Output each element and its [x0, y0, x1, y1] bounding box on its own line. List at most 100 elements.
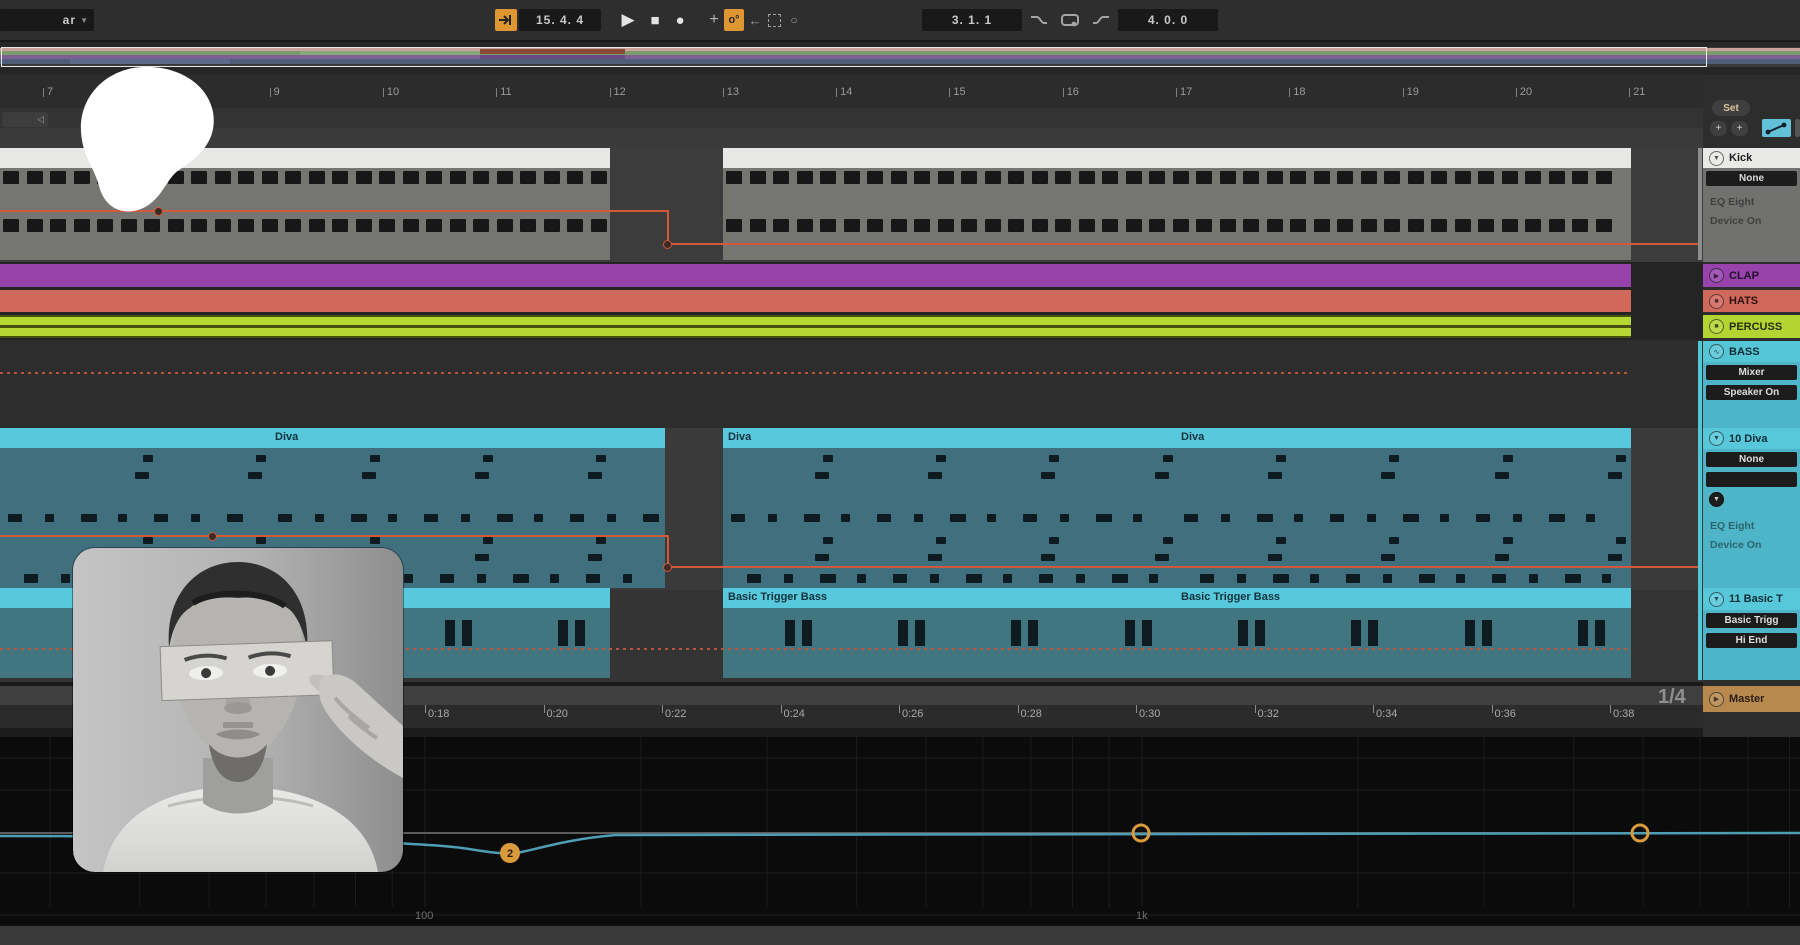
loop-length-display[interactable]: 4. 0. 0: [1118, 9, 1218, 31]
arrangement-overview[interactable]: [0, 47, 1800, 67]
automation-arm-button[interactable]: o°: [724, 9, 744, 31]
device-chooser-field[interactable]: Hi End: [1706, 633, 1797, 648]
stop-button[interactable]: ■: [643, 9, 667, 31]
kick-note: [332, 171, 348, 184]
bar-ruler-number[interactable]: 12: [614, 86, 626, 98]
clap-clip[interactable]: [0, 264, 1631, 287]
nudge-left-button[interactable]: +: [1710, 121, 1727, 136]
time-ruler-label[interactable]: 0:20: [547, 708, 568, 720]
chevron-down-icon[interactable]: ▼: [1709, 592, 1724, 607]
kick-clip-header[interactable]: [723, 148, 1631, 168]
track-header-11-basic-t[interactable]: ▼11 Basic T: [1703, 588, 1800, 610]
bass-clip-header[interactable]: Basic Trigger Bass: [1176, 588, 1631, 608]
marquee-mode-button[interactable]: [766, 9, 782, 31]
bar-ruler-number[interactable]: 11: [500, 86, 511, 98]
diva-automation-line[interactable]: [0, 535, 667, 537]
kick-automation-line-node[interactable]: [663, 240, 672, 249]
diva-clip-header[interactable]: Diva: [1176, 428, 1631, 448]
wave-icon[interactable]: ∿: [1709, 344, 1724, 359]
bass-clip-body[interactable]: [1176, 608, 1631, 678]
chevron-down-icon[interactable]: ▼: [1709, 151, 1724, 166]
scroll-left-chip[interactable]: ◁: [2, 112, 48, 127]
diva-clip-header[interactable]: Diva: [270, 428, 665, 448]
re-enable-automation-button[interactable]: ←: [747, 9, 763, 31]
record-button[interactable]: ●: [668, 9, 692, 31]
overview-viewport[interactable]: [1, 47, 1707, 67]
device-chooser-field[interactable]: None: [1706, 452, 1797, 467]
play-icon[interactable]: ▶: [1709, 692, 1724, 707]
quantize-menu[interactable]: ar ▼: [0, 9, 94, 31]
clip-label: Diva: [1181, 431, 1204, 443]
bar-ruler-number[interactable]: 17: [1180, 86, 1192, 98]
time-ruler-label[interactable]: 0:28: [1021, 708, 1042, 720]
kick-automation-line[interactable]: [667, 243, 1700, 245]
bar-ruler-number[interactable]: 9: [274, 86, 280, 98]
play-button[interactable]: ▶: [616, 9, 640, 31]
fold-circle-icon[interactable]: ▼: [1709, 492, 1724, 507]
bass-clip-body[interactable]: [723, 608, 1176, 678]
bar-ruler-number[interactable]: 19: [1407, 86, 1419, 98]
track-header-clap[interactable]: ▶CLAP: [1703, 264, 1800, 287]
track-header-percuss[interactable]: ■PERCUSS: [1703, 315, 1800, 338]
set-button[interactable]: Set: [1712, 100, 1750, 116]
bar-ruler-number[interactable]: 10: [387, 86, 399, 98]
time-ruler-label[interactable]: 0:18: [428, 708, 449, 720]
diva-clip-header[interactable]: [0, 428, 270, 448]
time-ruler-label[interactable]: 0:24: [784, 708, 805, 720]
bar-ruler-number[interactable]: 7: [47, 86, 53, 98]
bar-ruler-number[interactable]: 13: [727, 86, 739, 98]
loop-button[interactable]: [1056, 9, 1084, 31]
time-ruler-label[interactable]: 0:26: [902, 708, 923, 720]
punch-out-button[interactable]: [1088, 9, 1114, 31]
hats-clip[interactable]: [0, 290, 1631, 312]
device-chooser-field[interactable]: Mixer: [1706, 365, 1797, 380]
pencil-mode-button[interactable]: ○: [786, 9, 802, 31]
time-ruler-label[interactable]: 0:22: [665, 708, 686, 720]
track-header-kick[interactable]: ▼Kick: [1703, 148, 1800, 168]
chevron-down-icon[interactable]: ▼: [1709, 431, 1724, 446]
bar-ruler-number[interactable]: 20: [1520, 86, 1532, 98]
arrangement-position-display[interactable]: 15. 4. 4: [519, 9, 601, 31]
diva-note: [987, 514, 996, 522]
bass-clip-header[interactable]: Basic Trigger Bass: [723, 588, 1176, 608]
track-header-10-diva[interactable]: ▼10 Diva: [1703, 428, 1800, 449]
diva-automation-line-node[interactable]: [663, 563, 672, 572]
diva-automation-line-node[interactable]: [208, 532, 217, 541]
follow-button[interactable]: [495, 9, 517, 31]
percuss-clip[interactable]: [0, 315, 1631, 338]
bass-automation-dotted-line[interactable]: [0, 372, 1631, 374]
play-icon[interactable]: ▶: [1709, 268, 1724, 283]
diva-note: [513, 574, 529, 583]
nudge-right-button[interactable]: +: [1731, 121, 1748, 136]
diva-automation-line[interactable]: [667, 535, 669, 566]
time-ruler-label[interactable]: 0:36: [1495, 708, 1516, 720]
kick-clip-body[interactable]: [723, 168, 1631, 260]
time-ruler-label[interactable]: 0:34: [1376, 708, 1397, 720]
kick-automation-line[interactable]: [667, 210, 669, 243]
add-button[interactable]: +: [705, 9, 723, 31]
device-chooser-field[interactable]: [1706, 472, 1797, 487]
track-header-master[interactable]: ▶Master: [1703, 686, 1800, 712]
punch-in-button[interactable]: [1026, 9, 1052, 31]
diva-automation-line[interactable]: [667, 566, 1700, 568]
device-chooser-field[interactable]: Basic Trigg: [1706, 613, 1797, 628]
track-header-bass[interactable]: ∿BASS: [1703, 341, 1800, 362]
time-ruler-label[interactable]: 0:32: [1258, 708, 1279, 720]
bar-ruler-number[interactable]: 15: [953, 86, 965, 98]
kick-note: [1055, 219, 1071, 232]
bar-ruler-number[interactable]: 16: [1067, 86, 1079, 98]
stop-icon[interactable]: ■: [1709, 294, 1724, 309]
automation-mode-button[interactable]: [1762, 119, 1791, 137]
bar-ruler-number[interactable]: 18: [1293, 86, 1305, 98]
bar-ruler-number[interactable]: 21: [1633, 86, 1645, 98]
time-ruler-label[interactable]: 0:30: [1139, 708, 1160, 720]
track-header-hats[interactable]: ■HATS: [1703, 290, 1800, 312]
device-chooser-field[interactable]: None: [1706, 171, 1797, 186]
diva-clip-header[interactable]: Diva: [723, 428, 1176, 448]
stop-icon[interactable]: ■: [1709, 319, 1724, 334]
time-ruler-label[interactable]: 0:38: [1613, 708, 1634, 720]
device-chooser-field[interactable]: Speaker On: [1706, 385, 1797, 400]
sidebar-extra-button[interactable]: [1795, 119, 1800, 137]
loop-start-display[interactable]: 3. 1. 1: [922, 9, 1022, 31]
bar-ruler-number[interactable]: 14: [840, 86, 852, 98]
